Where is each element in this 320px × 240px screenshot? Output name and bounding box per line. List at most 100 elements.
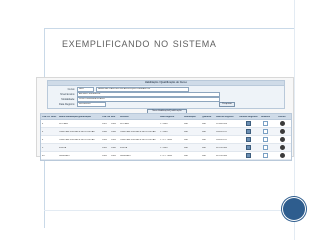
column-header: Retificação xyxy=(184,115,196,118)
table-cell: 2008 xyxy=(111,130,116,133)
edit-icon[interactable] xyxy=(263,121,268,126)
table-action-cell xyxy=(258,129,273,134)
table-row: 4 CIÊNCIAS FÍSICAS E BIOLÓGICAS 2008 2008 CI… xyxy=(41,128,291,136)
table-cell: 4 xyxy=(42,130,44,133)
document-icon[interactable] xyxy=(246,153,251,158)
table-cell: 2006 xyxy=(111,146,116,149)
decorative-horizontal-line xyxy=(44,28,294,29)
system-screenshot: Habilitação / Qualificação do Curso Curs… xyxy=(36,77,294,161)
table-cell: 26/05/2011 xyxy=(216,138,227,141)
column-header: Qualifica xyxy=(202,115,212,118)
document-icon[interactable] xyxy=(246,129,251,134)
table-cell: 01/10/1986 xyxy=(216,146,227,149)
search-button[interactable]: Pesquisar xyxy=(219,102,235,107)
decorative-bottom-line xyxy=(44,210,294,211)
table-cell: CIÊNCIAS FÍSICAS E BIOLÓGICAS xyxy=(120,130,156,133)
column-header: Data Registro xyxy=(160,115,175,118)
column-header: Ano xyxy=(111,115,116,118)
nivel-label: Nível Ensino: xyxy=(60,92,75,96)
table-cell: Sim xyxy=(184,146,188,149)
table-cell: DESENHO xyxy=(120,154,131,157)
table-cell: CIÊNCIAS FÍSICAS E BIOLÓGICAS xyxy=(59,130,95,133)
table-cell: Sim xyxy=(184,130,188,133)
table-cell: 2009 xyxy=(111,138,116,141)
table-action-cell xyxy=(239,129,258,134)
table-action-cell xyxy=(239,121,258,126)
table-row: 5 FÍSICA 2005 2006 FÍSICA 1º Grau Sim Sim 01/10/… xyxy=(41,144,291,152)
table-cell: Sim xyxy=(184,154,188,157)
edit-icon[interactable] xyxy=(263,129,268,134)
edit-icon[interactable] xyxy=(263,137,268,142)
table-cell: Sim xyxy=(202,122,206,125)
table-cell: 2008 xyxy=(102,130,107,133)
table-action-cell xyxy=(273,121,291,126)
table-row: 4 SOCIAIS 2001 2009 SOCIAIS 1º Grau Sim Sim 21/0… xyxy=(41,120,291,128)
table-cell: 1º Grau xyxy=(160,130,168,133)
table-action-cell xyxy=(258,137,273,142)
table-cell: 2001 xyxy=(102,122,107,125)
form-row-data-registro: Data Registro: 01/01/2010 xyxy=(50,101,106,107)
table-action-cell xyxy=(273,137,291,142)
data-registro-field[interactable]: 01/01/2010 xyxy=(77,101,106,107)
document-icon[interactable] xyxy=(246,145,251,150)
column-header: Detalhes xyxy=(260,115,271,118)
table-cell: CIÊNCIAS FÍSICAS E BIOLÓGICAS xyxy=(120,138,156,141)
table-cell: Sim xyxy=(202,146,206,149)
table-cell: 1º e 2º Grau xyxy=(160,138,172,141)
table-cell: 1º Grau xyxy=(160,122,168,125)
table-cell: CIÊNCIAS FÍSICAS E BIOLÓGICAS xyxy=(59,138,95,141)
table-cell: 2005 xyxy=(102,154,107,157)
table-action-cell xyxy=(258,153,273,158)
habilitacao-form: Habilitação / Qualificação do Curso Curs… xyxy=(47,80,285,109)
document-icon[interactable] xyxy=(246,137,251,142)
table-cell: 21/08/1999 xyxy=(216,122,227,125)
table-cell: Sim xyxy=(184,138,188,141)
table-action-cell xyxy=(258,145,273,150)
table-cell: 5 xyxy=(42,146,44,149)
table-cell: 44 xyxy=(42,154,45,157)
table-cell: 4 xyxy=(42,122,44,125)
modalidade-label: Modalidade: xyxy=(61,97,75,101)
curso-label: Curso: xyxy=(67,87,75,91)
table-cell: 26/05/2011 xyxy=(216,130,227,133)
table-row: 44 DESENHO 2005 2005 DESENHO 1º e 2º Grau Sim S… xyxy=(41,152,291,160)
page-number-badge xyxy=(283,198,305,220)
column-header: Data do Registro xyxy=(216,115,234,118)
table-cell: DESENHO xyxy=(59,154,70,157)
form-row-modalidade: Modalidade: CONTINUIDADE PLENA xyxy=(50,96,220,102)
delete-icon[interactable] xyxy=(279,129,285,134)
table-cell: 01/10/1986 xyxy=(216,154,227,157)
table-cell: 2009 xyxy=(102,138,107,141)
edit-icon[interactable] xyxy=(263,153,268,158)
table-action-cell xyxy=(239,137,258,142)
delete-icon[interactable] xyxy=(279,153,285,158)
table-cell: Sim xyxy=(202,154,206,157)
delete-icon[interactable] xyxy=(279,145,285,150)
table-cell: SOCIAIS xyxy=(59,122,68,125)
table-body: 4 SOCIAIS 2001 2009 SOCIAIS 1º Grau Sim Sim 21/0… xyxy=(41,120,291,160)
form-header: Habilitação / Qualificação do Curso xyxy=(48,81,284,86)
column-header: Nome Habilitação/Qualificação xyxy=(59,115,91,118)
table-row: 4 CIÊNCIAS FÍSICAS E BIOLÓGICAS 2009 2009 CI… xyxy=(41,136,291,144)
slide-title: Exemplificando no sistema xyxy=(62,36,217,50)
table-action-cell xyxy=(258,121,273,126)
table-cell: 2009 xyxy=(111,122,116,125)
column-header: Ementa Registrar xyxy=(239,115,258,118)
table-cell: Sim xyxy=(202,130,206,133)
habilitacao-table: Cod.Curso Nível Nome Habilitação/Qualifi… xyxy=(40,113,292,161)
table-cell: 1º Grau xyxy=(160,146,168,149)
table-cell: 1º e 2º Grau xyxy=(160,154,172,157)
delete-icon[interactable] xyxy=(279,121,285,126)
table-cell: FÍSICA xyxy=(59,146,67,149)
form-row-curso: Curso: AAA ÁREA DE CIÊNCIAS DA EDUCAÇÃO … xyxy=(50,86,189,92)
document-icon[interactable] xyxy=(246,121,251,126)
column-header: Resumo xyxy=(120,115,129,118)
table-cell: SOCIAIS xyxy=(120,122,129,125)
edit-icon[interactable] xyxy=(263,145,268,150)
column-header: Excluir xyxy=(278,115,286,118)
table-cell: 4 xyxy=(42,138,44,141)
table-action-cell xyxy=(239,153,258,158)
table-cell: 2005 xyxy=(111,154,116,157)
column-header: Cod.Curso xyxy=(42,115,50,118)
delete-icon[interactable] xyxy=(279,137,285,142)
